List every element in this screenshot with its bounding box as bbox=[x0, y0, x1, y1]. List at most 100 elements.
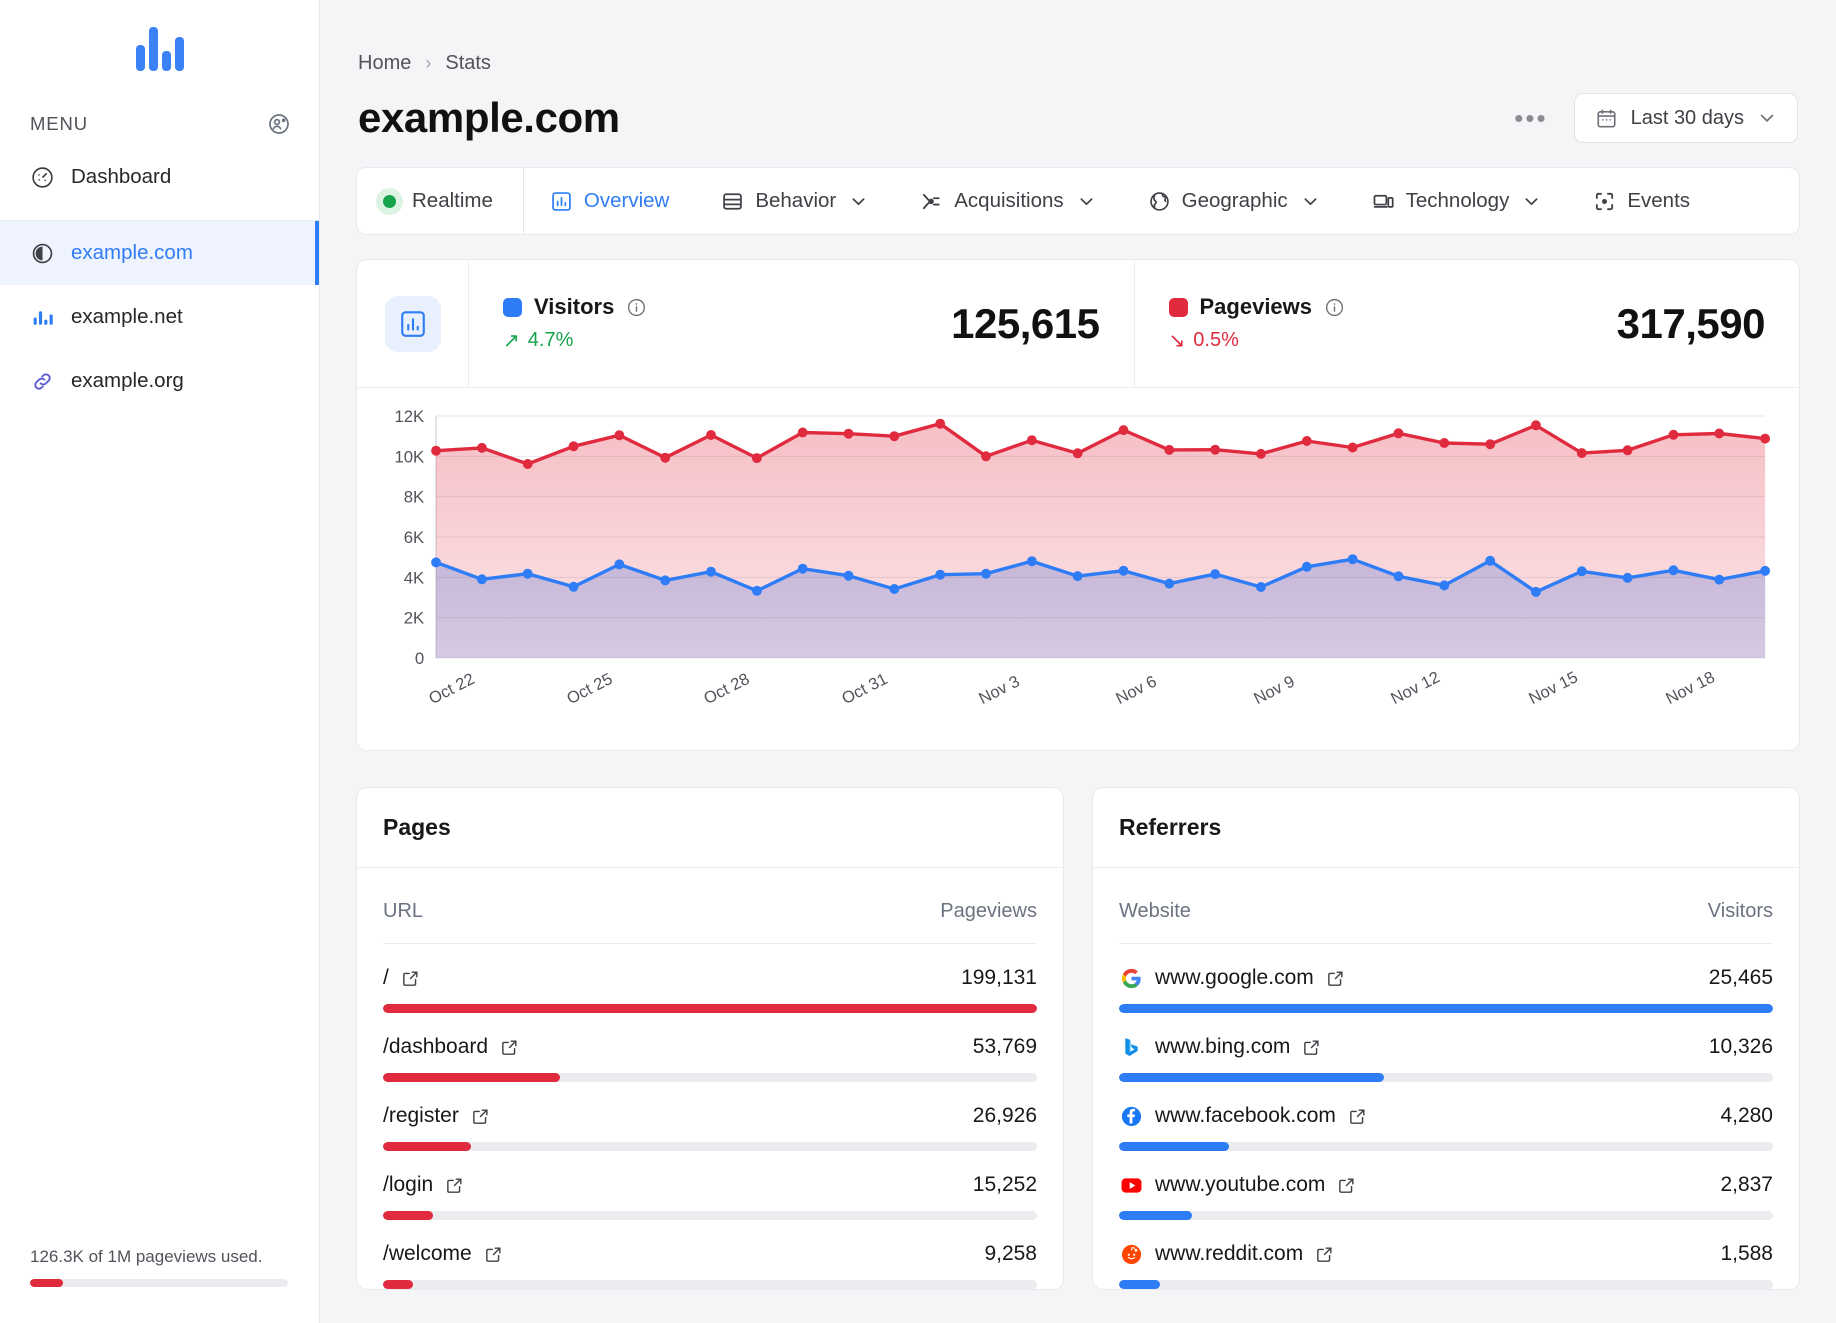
bar-chart-icon bbox=[550, 190, 573, 213]
svg-text:2K: 2K bbox=[404, 609, 425, 628]
sidebar-item-example-com[interactable]: example.com bbox=[0, 221, 319, 285]
overview-chart-card: Visitors ↗ 4.7% 125,615 Pageviews ↘ 0.5%… bbox=[356, 259, 1800, 751]
sidebar-item-label: example.org bbox=[71, 369, 184, 392]
sidebar-item-example-net[interactable]: example.net bbox=[0, 285, 319, 349]
quota-progress-fill bbox=[30, 1279, 63, 1287]
tab-acquisitions[interactable]: Acquisitions bbox=[894, 168, 1121, 234]
row-bar-fill bbox=[1119, 1004, 1773, 1013]
row-value: 4,280 bbox=[1720, 1104, 1773, 1127]
tab-behavior[interactable]: Behavior bbox=[695, 168, 894, 234]
row-value: 25,465 bbox=[1708, 966, 1773, 989]
info-icon[interactable] bbox=[626, 297, 647, 318]
tab-technology[interactable]: Technology bbox=[1346, 168, 1568, 234]
column-header-url: URL bbox=[383, 900, 424, 922]
breadcrumb-item-stats[interactable]: Stats bbox=[445, 52, 491, 75]
table-row[interactable]: www.reddit.com 1,588 bbox=[1119, 1220, 1773, 1289]
row-label: / bbox=[383, 966, 420, 990]
external-link-icon[interactable] bbox=[401, 969, 420, 988]
pages-table-body: /199,131/dashboard 53,769/register 26,926/… bbox=[383, 944, 1037, 1289]
table-row[interactable]: /welcome 9,258 bbox=[383, 1220, 1037, 1289]
table-row[interactable]: www.youtube.com 2,837 bbox=[1119, 1151, 1773, 1220]
date-range-picker[interactable]: Last 30 days bbox=[1573, 93, 1798, 143]
tab-overview[interactable]: Overview bbox=[524, 168, 695, 234]
table-row[interactable]: /login 15,252 bbox=[383, 1151, 1037, 1220]
tab-label: Behavior bbox=[755, 189, 837, 212]
more-options-button[interactable]: ••• bbox=[1514, 105, 1547, 131]
external-link-icon[interactable] bbox=[445, 1176, 464, 1195]
svg-text:10K: 10K bbox=[394, 447, 425, 466]
external-link-icon[interactable] bbox=[1302, 1038, 1321, 1057]
timeseries-chart[interactable]: 0 2K 4K 6K 8K 10K 12K bbox=[357, 388, 1799, 688]
row-value: 26,926 bbox=[972, 1104, 1037, 1127]
external-link-icon[interactable] bbox=[471, 1107, 490, 1126]
sidebar-item-label: example.com bbox=[71, 241, 193, 264]
table-row[interactable]: /dashboard 53,769 bbox=[383, 1013, 1037, 1082]
quota-progress-track bbox=[30, 1279, 288, 1287]
date-range-label: Last 30 days bbox=[1630, 106, 1744, 129]
gauge-icon bbox=[30, 165, 56, 190]
app-logo[interactable] bbox=[0, 0, 319, 98]
table-row[interactable]: / 199,131 bbox=[383, 944, 1037, 1013]
tab-label: Geographic bbox=[1181, 189, 1288, 212]
app-root: MENU Dashboard example.com example.net e… bbox=[0, 0, 1836, 1323]
row-bar-fill bbox=[1119, 1142, 1229, 1151]
chart-x-axis: Oct 22 Oct 25 Oct 28 Oct 31 Nov 3 Nov 6 Nov 9N… bbox=[357, 668, 1799, 750]
metric-value-visitors: 125,615 bbox=[951, 299, 1100, 347]
tab-label: Acquisitions bbox=[954, 189, 1064, 212]
trend-up-icon: ↗ bbox=[503, 330, 520, 352]
breadcrumb: Home › Stats bbox=[356, 0, 1800, 75]
contacts-icon[interactable] bbox=[267, 112, 291, 136]
row-value: 15,252 bbox=[972, 1173, 1037, 1196]
metric-pageviews: Pageviews ↘ 0.5% 317,590 bbox=[1133, 260, 1800, 387]
pages-table-header: URL Pageviews bbox=[383, 878, 1037, 944]
quota-text: 126.3K of 1M pageviews used. bbox=[30, 1247, 263, 1266]
menu-label: MENU bbox=[30, 113, 89, 134]
table-row[interactable]: www.bing.com 10,326 bbox=[1119, 1013, 1773, 1082]
row-value: 1,588 bbox=[1720, 1242, 1773, 1265]
info-icon[interactable] bbox=[1324, 297, 1345, 318]
table-row[interactable]: /register 26,926 bbox=[383, 1082, 1037, 1151]
external-link-icon[interactable] bbox=[1337, 1176, 1356, 1195]
detail-panels: Pages URL Pageviews / 199,131/dashboard 53… bbox=[356, 787, 1800, 1290]
table-row[interactable]: www.google.com 25,465 bbox=[1119, 944, 1773, 1013]
tab-geographic[interactable]: Geographic bbox=[1122, 168, 1346, 234]
row-bar-track bbox=[383, 1142, 1037, 1151]
external-link-icon[interactable] bbox=[1315, 1245, 1334, 1264]
external-link-icon[interactable] bbox=[500, 1038, 519, 1057]
link-icon bbox=[30, 369, 56, 394]
chart-card-icon bbox=[384, 295, 441, 352]
chevron-down-icon bbox=[1522, 192, 1541, 211]
row-value: 199,131 bbox=[961, 966, 1037, 989]
breadcrumb-item-home[interactable]: Home bbox=[358, 52, 411, 75]
tab-label: Overview bbox=[583, 189, 670, 212]
sidebar-item-dashboard[interactable]: Dashboard bbox=[0, 146, 319, 208]
globe-icon bbox=[1148, 190, 1171, 213]
external-link-icon[interactable] bbox=[484, 1245, 503, 1264]
sidebar-item-example-org[interactable]: example.org bbox=[0, 349, 319, 413]
tab-events[interactable]: Events bbox=[1567, 168, 1716, 234]
chevron-down-icon bbox=[849, 192, 868, 211]
referrers-table-body: www.google.com 25,465 www.bing.com 10,326 ww… bbox=[1119, 944, 1773, 1289]
row-value: 10,326 bbox=[1708, 1035, 1773, 1058]
row-bar-track bbox=[1119, 1280, 1773, 1289]
bing-icon bbox=[1119, 1035, 1143, 1059]
row-bar-track bbox=[383, 1211, 1037, 1220]
external-link-icon[interactable] bbox=[1326, 969, 1345, 988]
metric-delta-pageviews: ↘ 0.5% bbox=[1169, 328, 1346, 353]
external-link-icon[interactable] bbox=[1348, 1107, 1367, 1126]
panel-title: Pages bbox=[357, 788, 1063, 868]
row-bar-track bbox=[383, 1073, 1037, 1082]
row-bar-fill bbox=[383, 1142, 472, 1151]
chart-svg: 0 2K 4K 6K 8K 10K 12K bbox=[394, 407, 1771, 668]
tab-realtime[interactable]: Realtime bbox=[357, 168, 524, 234]
row-label: /dashboard bbox=[383, 1035, 519, 1059]
metric-delta-visitors: ↗ 4.7% bbox=[503, 328, 647, 353]
svg-text:0: 0 bbox=[415, 649, 424, 668]
row-bar-track bbox=[1119, 1211, 1773, 1220]
menu-header: MENU bbox=[0, 98, 319, 146]
main-content: Home › Stats example.com ••• Last 30 day… bbox=[320, 0, 1836, 1323]
table-row[interactable]: www.facebook.com 4,280 bbox=[1119, 1082, 1773, 1151]
panel-title: Referrers bbox=[1093, 788, 1799, 868]
metric-label: Visitors bbox=[534, 294, 615, 319]
metric-delta-value: 4.7% bbox=[527, 329, 574, 351]
